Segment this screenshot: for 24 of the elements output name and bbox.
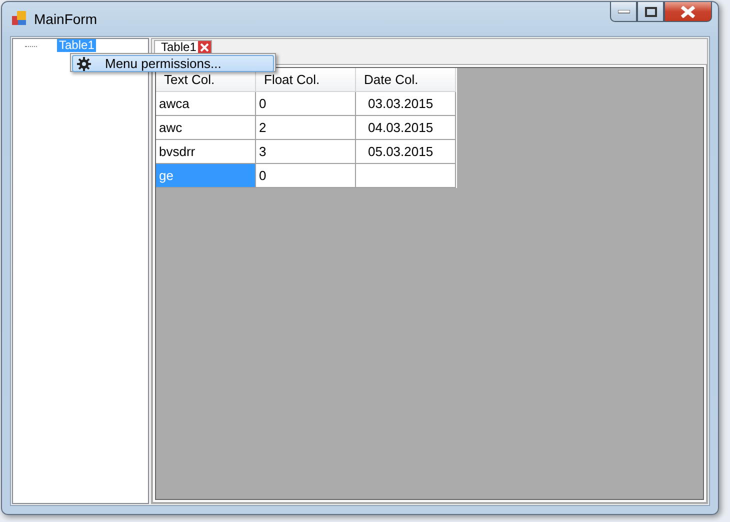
table-cell[interactable]: 2 — [256, 116, 356, 140]
close-button[interactable] — [664, 2, 712, 22]
table-cell[interactable]: 04.03.2015 — [356, 116, 456, 140]
gear-icon — [77, 56, 91, 70]
maximize-icon — [644, 6, 656, 16]
minimize-icon — [618, 10, 630, 14]
window-title: MainForm — [34, 11, 98, 27]
column-header[interactable]: Float Col. — [256, 68, 356, 92]
app-icon — [12, 11, 28, 27]
table-cell[interactable]: 0 — [256, 164, 356, 188]
close-icon — [680, 6, 696, 18]
minimize-button[interactable] — [610, 2, 637, 22]
table-cell[interactable]: awca — [156, 92, 256, 116]
column-header[interactable]: Date Col. — [356, 68, 456, 92]
table-cell[interactable]: bvsdrr — [156, 140, 256, 164]
close-icon[interactable] — [198, 41, 212, 54]
table-cell[interactable]: awc — [156, 116, 256, 140]
table-cell[interactable]: 3 — [256, 140, 356, 164]
table-cell[interactable]: 0 — [256, 92, 356, 116]
menu-item[interactable]: Menu permissions... — [72, 55, 274, 72]
table-cell[interactable] — [356, 164, 456, 188]
table-cell[interactable]: 05.03.2015 — [356, 140, 456, 164]
table-cell[interactable]: 03.03.2015 — [356, 92, 456, 116]
maximize-button[interactable] — [637, 2, 664, 22]
